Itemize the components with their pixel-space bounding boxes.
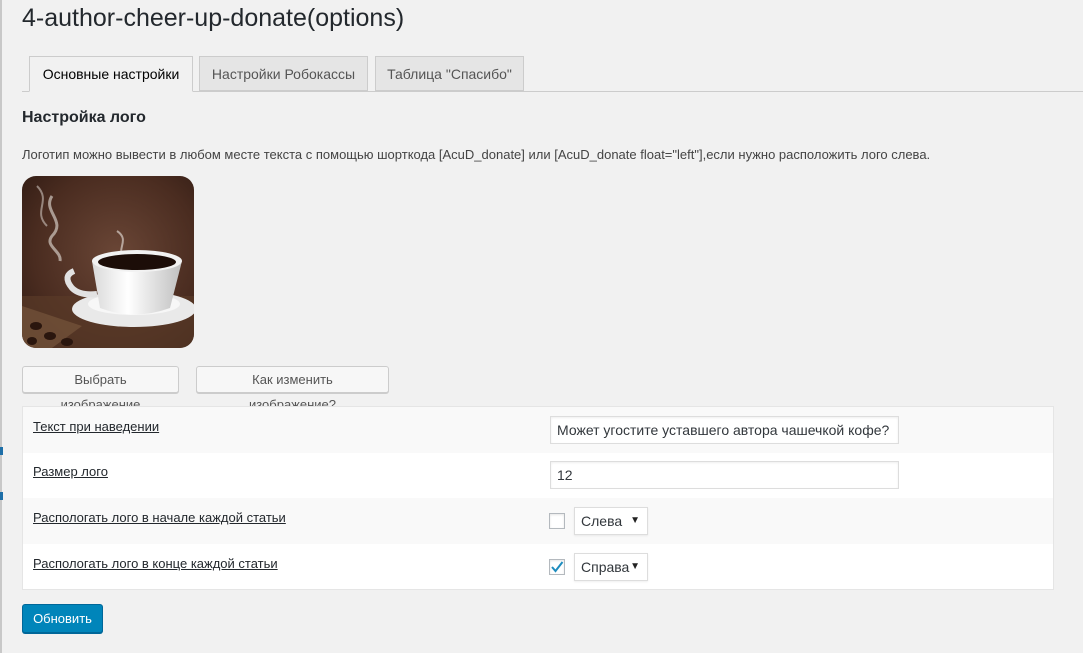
logo-start-position-select[interactable]: Слева ▼ xyxy=(574,507,648,535)
admin-menu-edge xyxy=(0,0,2,653)
update-button[interactable]: Обновить xyxy=(22,604,103,633)
tab-thanks-table[interactable]: Таблица "Спасибо" xyxy=(375,56,524,91)
how-to-change-image-button[interactable]: Как изменить изображение? xyxy=(196,366,389,412)
logo-size-input[interactable] xyxy=(550,461,899,489)
page-title: 4-author-cheer-up-donate(options) xyxy=(22,4,405,32)
tab-robokassa-settings[interactable]: Настройки Робокассы xyxy=(199,56,368,91)
logo-end-checkbox[interactable] xyxy=(549,559,565,575)
settings-row-logo-size: Размер лого xyxy=(23,452,1053,498)
caret-down-icon: ▼ xyxy=(630,561,640,572)
tab-main-settings[interactable]: Основные настройки xyxy=(29,56,193,92)
hover-text-input[interactable] xyxy=(550,416,899,444)
hover-text-label[interactable]: Текст при наведении xyxy=(33,419,159,434)
logo-end-label[interactable]: Распологать лого в конце каждой статьи xyxy=(33,556,278,571)
logo-end-position-value: Справа xyxy=(581,559,630,575)
logo-end-position-select[interactable]: Справа ▼ xyxy=(574,553,648,581)
section-heading: Настройка лого xyxy=(22,109,146,126)
settings-row-logo-start: Распологать лого в начале каждой статьи … xyxy=(23,498,1053,544)
caret-down-icon: ▼ xyxy=(630,515,640,526)
check-icon xyxy=(551,561,564,573)
settings-row-hover-text: Текст при наведении xyxy=(23,407,1053,453)
settings-row-logo-end: Распологать лого в конце каждой статьи С… xyxy=(23,544,1053,590)
admin-menu-indicator xyxy=(0,492,3,500)
logo-size-label[interactable]: Размер лого xyxy=(33,464,108,479)
choose-image-button[interactable]: Выбрать изображение xyxy=(22,366,179,412)
logo-image xyxy=(22,176,194,348)
admin-menu-indicator xyxy=(0,447,3,455)
settings-table: Текст при наведении Размер лого Располог… xyxy=(22,406,1054,590)
logo-start-checkbox[interactable] xyxy=(549,513,565,529)
logo-start-position-value: Слева xyxy=(581,513,623,529)
logo-start-label[interactable]: Распологать лого в начале каждой статьи xyxy=(33,510,286,525)
section-description: Логотип можно вывести в любом месте текс… xyxy=(22,147,931,162)
